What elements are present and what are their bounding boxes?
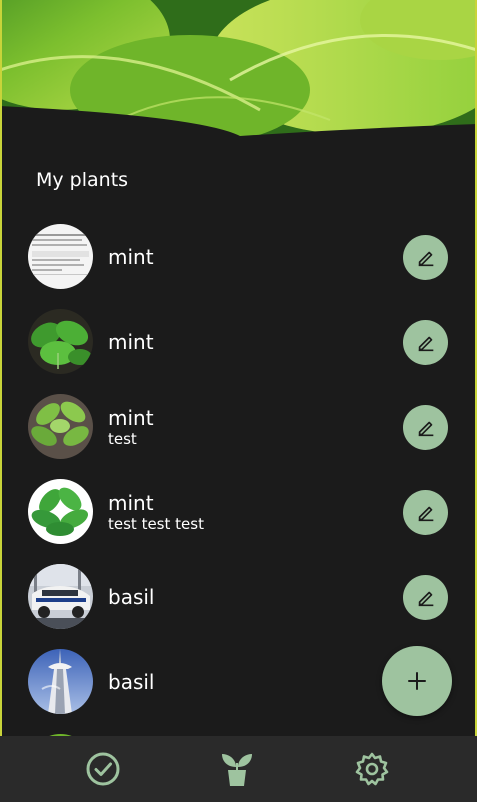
plant-thumbnail	[28, 564, 93, 629]
plant-name: mint	[108, 245, 154, 269]
plant-row[interactable]: mint	[0, 222, 477, 292]
sprout-pot-icon	[222, 754, 252, 786]
plant-text: mint test test test	[108, 477, 204, 547]
edit-plant-button[interactable]	[403, 405, 448, 450]
plant-row[interactable]: mint test test test	[0, 477, 477, 547]
plant-row[interactable]: basil	[0, 562, 477, 632]
plant-name: mint	[108, 406, 154, 430]
plant-text: mint	[108, 222, 154, 292]
pencil-icon	[418, 251, 433, 266]
header-leaf-image	[0, 0, 477, 150]
plant-text: mint	[108, 307, 154, 377]
plant-thumbnail	[28, 309, 93, 374]
add-plant-button[interactable]	[382, 646, 452, 716]
app-screen: My plants mint mint mint test mint test …	[0, 0, 477, 802]
edit-plant-button[interactable]	[403, 575, 448, 620]
edit-plant-button[interactable]	[403, 490, 448, 535]
plant-name: mint	[108, 491, 154, 515]
edit-plant-button[interactable]	[403, 235, 448, 280]
plant-thumbnail	[28, 394, 93, 459]
plant-note: test	[108, 430, 137, 448]
pencil-icon	[418, 336, 433, 351]
plant-note: test test test	[108, 515, 204, 533]
plant-thumbnail	[28, 649, 93, 714]
plant-text: basil	[108, 562, 154, 632]
plant-text: mint test	[108, 392, 154, 462]
plant-name: basil	[108, 585, 155, 609]
plus-icon	[408, 672, 426, 690]
plant-name: basil	[108, 670, 155, 694]
nav-settings[interactable]	[352, 749, 392, 789]
nav-tasks[interactable]	[83, 749, 123, 789]
page-title: My plants	[36, 169, 129, 191]
plant-row[interactable]: mint test	[0, 392, 477, 462]
plant-name: mint	[108, 330, 154, 354]
pencil-icon	[418, 591, 433, 606]
plant-row[interactable]: mint	[0, 307, 477, 377]
plant-text: basil	[108, 647, 154, 717]
pencil-icon	[418, 421, 433, 436]
edit-plant-button[interactable]	[403, 320, 448, 365]
gear-icon	[355, 752, 389, 786]
nav-plants[interactable]	[217, 749, 257, 789]
pencil-icon	[418, 506, 433, 521]
check-circle-icon	[86, 752, 120, 786]
bottom-navigation	[0, 736, 477, 802]
plant-thumbnail	[28, 224, 93, 289]
plant-thumbnail	[28, 479, 93, 544]
